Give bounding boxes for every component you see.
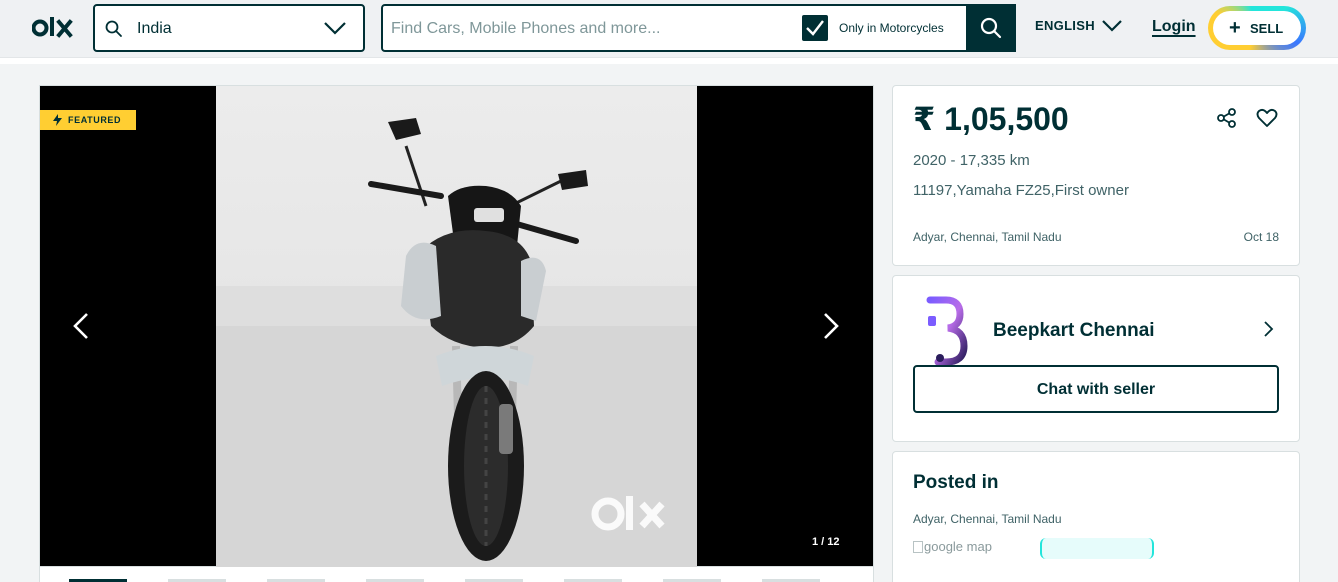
- location-value: India: [137, 20, 172, 37]
- seller-card: Beepkart Chennai Chat with seller: [892, 275, 1300, 442]
- chat-with-seller-button[interactable]: Chat with seller: [913, 365, 1279, 413]
- login-link[interactable]: Login: [1152, 18, 1196, 36]
- chevron-down-icon[interactable]: [323, 18, 347, 38]
- posted-in-card: Posted in Adyar, Chennai, Tamil Nadu goo…: [892, 451, 1300, 582]
- language-selector[interactable]: ENGLISH: [1035, 18, 1095, 33]
- image-counter: 1 / 12: [812, 536, 840, 548]
- search-button[interactable]: [966, 4, 1016, 52]
- olx-logo-icon[interactable]: [32, 14, 76, 42]
- listing-photo[interactable]: [216, 86, 697, 567]
- location-select[interactable]: India: [93, 4, 365, 52]
- sell-label: SELL: [1250, 21, 1284, 36]
- search-placeholder: Find Cars, Mobile Phones and more...: [391, 20, 661, 37]
- heart-icon[interactable]: [1256, 107, 1278, 129]
- plus-icon: +: [1229, 17, 1241, 39]
- motorcycle-image: [216, 118, 697, 567]
- seller-name[interactable]: Beepkart Chennai: [993, 320, 1155, 342]
- search-input[interactable]: Find Cars, Mobile Phones and more... Onl…: [381, 4, 1016, 52]
- year-km: 2020 - 17,335 km: [913, 152, 1030, 169]
- motorcycles-filter-label[interactable]: Only in Motorcycles: [839, 21, 944, 35]
- bolt-icon: [53, 114, 62, 126]
- broken-image-icon: [913, 541, 923, 553]
- image-gallery[interactable]: FEATURED 1 / 12: [39, 85, 874, 567]
- header-divider: [0, 58, 1338, 64]
- chevron-right-icon[interactable]: [820, 311, 842, 341]
- chat-button-label: Chat with seller: [1036, 381, 1156, 398]
- listing-title: 11197,Yamaha FZ25,First owner: [913, 182, 1129, 199]
- posted-in-heading: Posted in: [913, 472, 999, 493]
- seller-logo-icon[interactable]: [926, 296, 968, 368]
- sell-button[interactable]: + SELL: [1208, 6, 1306, 50]
- thumbnail-strip: [39, 567, 874, 582]
- search-icon: [980, 17, 1002, 39]
- featured-label: FEATURED: [68, 115, 122, 125]
- map-overlay: [1040, 538, 1154, 559]
- price-card: ₹ 1,05,500 2020 - 17,335 km 11197,Yamaha…: [892, 85, 1300, 266]
- share-icon[interactable]: [1216, 107, 1238, 129]
- chevron-left-icon[interactable]: [70, 311, 92, 341]
- sell-button-inner: + SELL: [1213, 11, 1301, 45]
- posted-date: Oct 18: [1243, 230, 1279, 244]
- chevron-right-icon[interactable]: [1263, 320, 1275, 338]
- price: ₹ 1,05,500: [913, 101, 1069, 137]
- listing-location: Adyar, Chennai, Tamil Nadu: [913, 230, 1062, 244]
- google-map-image[interactable]: google map: [913, 539, 992, 554]
- map-alt-text: google map: [924, 539, 992, 554]
- checkmark-icon: [806, 20, 824, 36]
- featured-badge: FEATURED: [40, 110, 136, 130]
- search-icon: [105, 20, 122, 37]
- top-header: India Find Cars, Mobile Phones and more.…: [0, 0, 1338, 58]
- motorcycles-filter-checkbox[interactable]: [802, 15, 828, 41]
- posted-in-location: Adyar, Chennai, Tamil Nadu: [913, 512, 1062, 526]
- chevron-down-icon[interactable]: [1101, 17, 1123, 35]
